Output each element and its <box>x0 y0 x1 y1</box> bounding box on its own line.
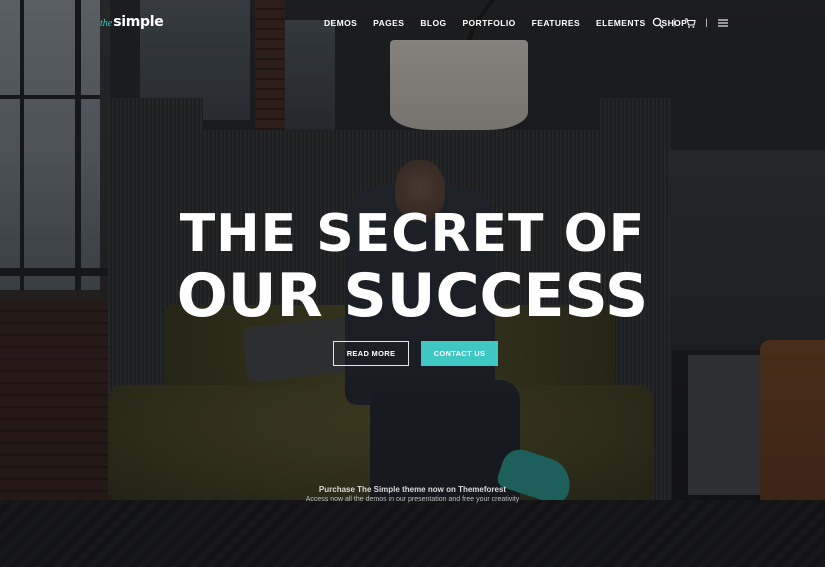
read-more-button[interactable]: READ MORE <box>333 341 409 366</box>
nav-features[interactable]: FEATURES <box>532 18 580 28</box>
logo-name: simple <box>113 14 164 30</box>
site-header: the simple DEMOS PAGES BLOG PORTFOLIO FE… <box>0 0 825 46</box>
nav-elements[interactable]: ELEMENTS <box>596 18 645 28</box>
nav-separator: | <box>673 17 676 27</box>
nav-portfolio[interactable]: PORTFOLIO <box>462 18 515 28</box>
promo-text: Purchase The Simple theme now on Themefo… <box>0 485 825 503</box>
promo-title[interactable]: Purchase The Simple theme now on Themefo… <box>0 485 825 494</box>
search-icon[interactable] <box>652 16 664 29</box>
main-nav: DEMOS PAGES BLOG PORTFOLIO FEATURES ELEM… <box>324 18 703 28</box>
promo-subtitle: Access now all the demos in our presenta… <box>305 496 520 503</box>
logo-prefix: the <box>100 18 113 29</box>
nav-separator: | <box>705 17 708 27</box>
hero-headline-line1: THE SECRET OF <box>179 204 646 264</box>
nav-pages[interactable]: PAGES <box>373 18 404 28</box>
hamburger-menu-icon[interactable] <box>717 16 729 28</box>
site-logo[interactable]: the simple <box>100 14 164 30</box>
header-icons: | | <box>652 16 729 29</box>
nav-blog[interactable]: BLOG <box>420 18 446 28</box>
contact-us-button[interactable]: CONTACT US <box>421 341 498 366</box>
hero-headline: THE SECRET OF OUR SUCCESS <box>0 205 825 329</box>
hero-headline-line2: OUR SUCCESS <box>176 261 649 331</box>
nav-demos[interactable]: DEMOS <box>324 18 357 28</box>
cart-icon[interactable] <box>684 16 697 28</box>
